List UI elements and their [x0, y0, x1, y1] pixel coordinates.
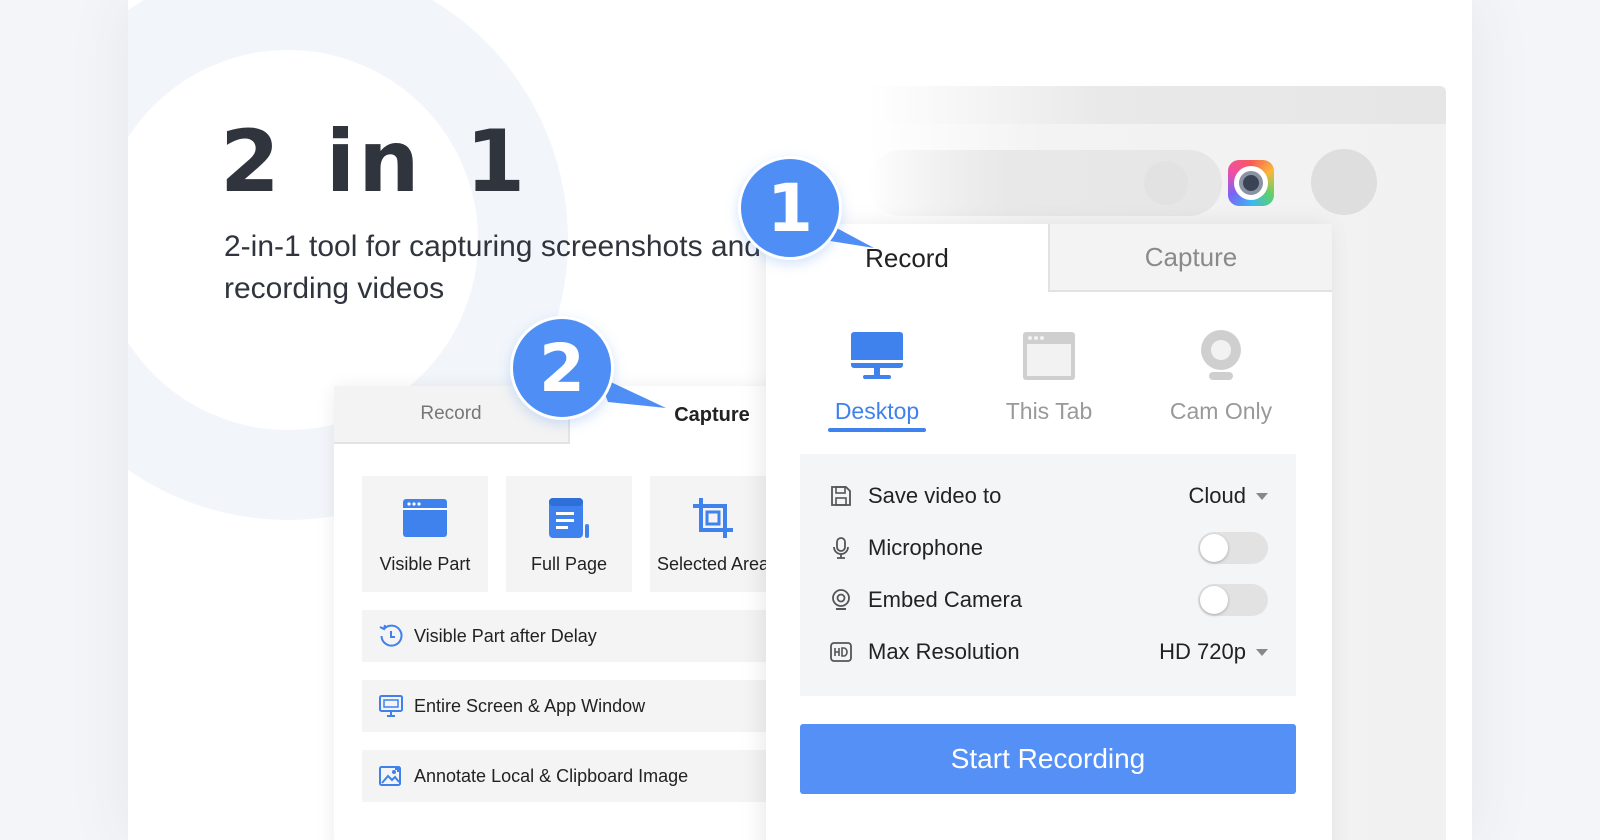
floppy-disk-icon [828, 483, 854, 509]
dropdown-value: Cloud [1188, 483, 1246, 508]
toggle-knob [1200, 534, 1228, 562]
resolution-dropdown[interactable]: HD 720p [1159, 639, 1268, 665]
microphone-icon [828, 535, 854, 561]
mode-desktop[interactable]: Desktop [802, 328, 952, 432]
crop-icon [691, 496, 735, 540]
microphone-toggle[interactable] [1198, 532, 1268, 564]
browser-tab-icon [1021, 328, 1077, 384]
tab-capture[interactable]: Capture [1048, 224, 1332, 292]
scroll-page-icon [547, 496, 591, 540]
extension-camera-icon[interactable] [1228, 160, 1274, 206]
start-recording-button[interactable]: Start Recording [800, 724, 1296, 794]
save-video-setting[interactable]: Save video to Cloud [828, 476, 1268, 516]
active-mode-indicator [828, 428, 926, 432]
desktop-icon [849, 328, 905, 384]
caret-down-icon [1256, 648, 1268, 656]
setting-label: Max Resolution [868, 639, 1020, 664]
toolbar-placeholder-icon[interactable] [1144, 161, 1188, 205]
record-settings: Save video to Cloud Microphone Embed Cam… [800, 454, 1296, 696]
hero-title: 2 in 1 [220, 112, 529, 212]
mode-this-tab[interactable]: This Tab [974, 328, 1124, 432]
browser-window-icon [402, 496, 448, 540]
mode-label: Desktop [834, 398, 920, 424]
entire-screen-button[interactable]: Entire Screen & App Window [362, 680, 832, 732]
annotate-image-button[interactable]: Annotate Local & Clipboard Image [362, 750, 832, 802]
hd-icon [828, 639, 854, 665]
embed-camera-toggle[interactable] [1198, 584, 1268, 616]
setting-label: Embed Camera [868, 587, 1023, 612]
setting-label: Save video to [868, 483, 1002, 508]
visible-part-delay-button[interactable]: Visible Part after Delay [362, 610, 832, 662]
tile-label: Visible Part [379, 554, 471, 574]
monitor-icon [378, 693, 404, 719]
step-2-badge: 2 [510, 316, 614, 420]
toggle-knob [1200, 586, 1228, 614]
embed-camera-setting: Embed Camera [828, 580, 1268, 620]
row-label: Annotate Local & Clipboard Image [414, 765, 689, 786]
avatar[interactable] [1311, 149, 1377, 215]
row-label: Visible Part after Delay [414, 625, 597, 646]
visible-part-button[interactable]: Visible Part [362, 476, 488, 592]
tile-label: Selected Area [656, 554, 770, 574]
save-location-dropdown[interactable]: Cloud [1189, 483, 1268, 509]
dropdown-value: HD 720p [1159, 639, 1246, 664]
browser-titlebar [868, 86, 1446, 124]
max-resolution-setting[interactable]: Max Resolution HD 720p [828, 632, 1268, 672]
image-icon [378, 763, 404, 789]
tile-label: Full Page [530, 554, 608, 574]
webcam-icon [1197, 328, 1245, 384]
microphone-setting: Microphone [828, 528, 1268, 568]
caret-down-icon [1256, 492, 1268, 500]
selected-area-button[interactable]: Selected Area [650, 476, 776, 592]
clock-delay-icon [378, 623, 404, 649]
setting-label: Microphone [868, 535, 983, 560]
mode-label: This Tab [1005, 398, 1093, 424]
mode-cam-only[interactable]: Cam Only [1146, 328, 1296, 432]
step-1-badge: 1 [738, 156, 842, 260]
row-label: Entire Screen & App Window [414, 695, 646, 716]
full-page-button[interactable]: Full Page [506, 476, 632, 592]
hero-subtitle: 2-in-1 tool for capturing screenshots an… [224, 230, 761, 305]
mode-label: Cam Only [1169, 398, 1273, 424]
camera-icon [828, 587, 854, 613]
promo-stage: 2 in 1 2-in-1 tool for capturing screens… [128, 0, 1472, 840]
